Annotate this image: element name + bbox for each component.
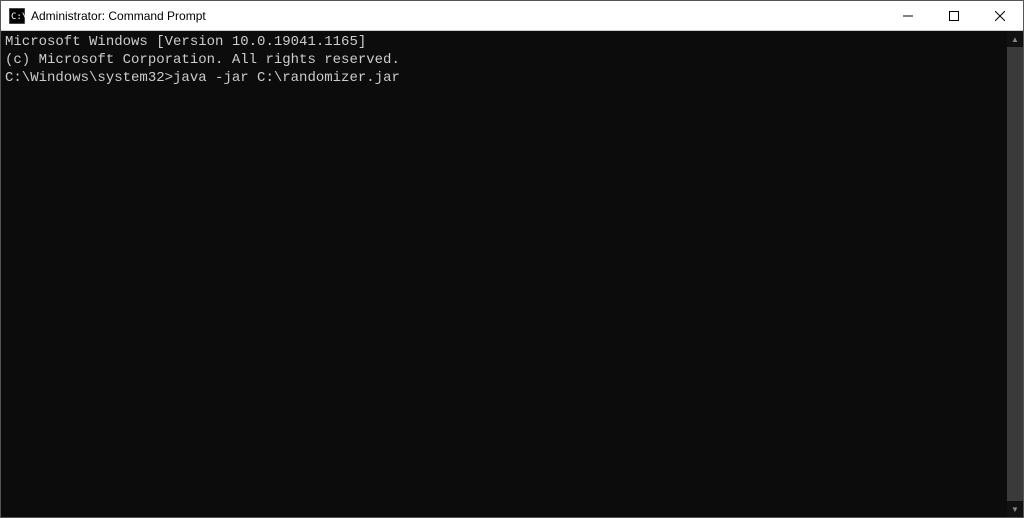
cmd-icon: C:\ [9,8,25,24]
prompt: C:\Windows\system32> [5,70,173,86]
window-controls [885,1,1023,30]
terminal-output[interactable]: Microsoft Windows [Version 10.0.19041.11… [1,31,1007,517]
terminal-area: Microsoft Windows [Version 10.0.19041.11… [1,31,1023,517]
scroll-down-icon[interactable]: ▼ [1007,501,1023,517]
prompt-line: C:\Windows\system32>java -jar C:\randomi… [5,69,1003,87]
output-line: (c) Microsoft Corporation. All rights re… [5,51,1003,69]
scrollbar[interactable]: ▲ ▼ [1007,31,1023,517]
command-input[interactable]: java -jar C:\randomizer.jar [173,70,400,86]
svg-text:C:\: C:\ [11,12,25,22]
close-button[interactable] [977,1,1023,30]
output-line: Microsoft Windows [Version 10.0.19041.11… [5,33,1003,51]
scroll-up-icon[interactable]: ▲ [1007,31,1023,47]
window-title: Administrator: Command Prompt [31,9,885,23]
minimize-icon [903,11,913,21]
close-icon [995,11,1005,21]
minimize-button[interactable] [885,1,931,30]
command-prompt-window: C:\ Administrator: Command Prompt [0,0,1024,518]
maximize-icon [949,11,959,21]
maximize-button[interactable] [931,1,977,30]
titlebar[interactable]: C:\ Administrator: Command Prompt [1,1,1023,31]
scrollbar-thumb[interactable] [1007,47,1023,501]
